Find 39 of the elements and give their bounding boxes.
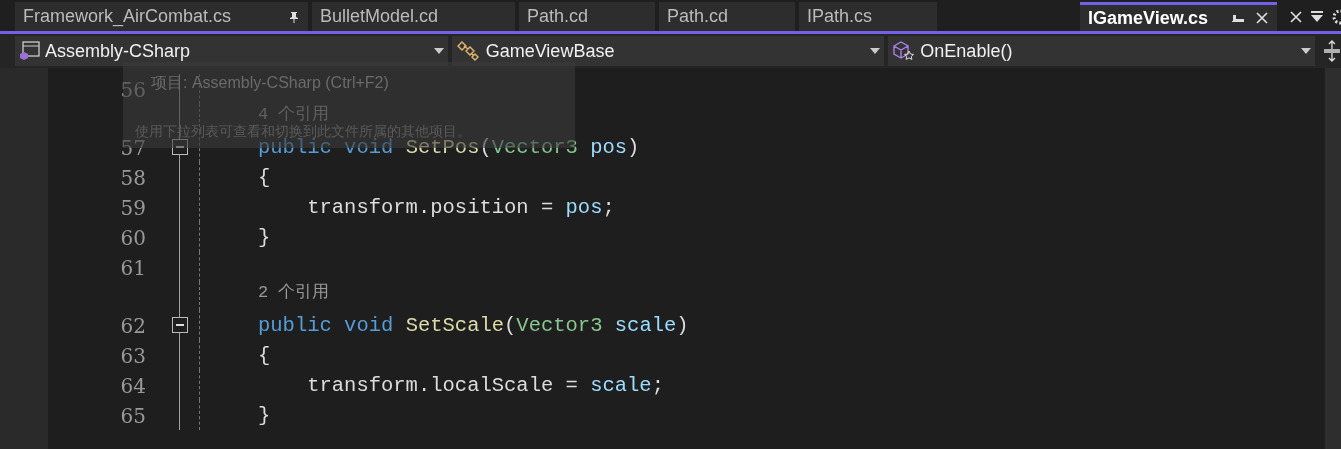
close-icon[interactable]: [1289, 9, 1303, 24]
close-icon[interactable]: [1255, 11, 1269, 25]
line-number: 65: [120, 406, 146, 426]
code-line: public void SetPos(Vector3 pos): [258, 137, 640, 158]
navigation-dropdown[interactable]: GameViewBase: [451, 36, 885, 66]
code-line: transform.position = pos;: [306, 197, 615, 218]
dropdown-icon[interactable]: [1311, 10, 1323, 23]
line-number: 57: [120, 138, 146, 158]
line-number: 63: [120, 346, 146, 366]
reference-count[interactable]: 2 个引用: [258, 284, 330, 301]
code-line: {: [258, 167, 271, 188]
method-icon: [892, 40, 917, 62]
collapse-icon[interactable]: [172, 317, 188, 333]
split-icon[interactable]: [1323, 40, 1341, 62]
line-number: 61: [120, 258, 146, 278]
code-line: }: [258, 227, 271, 248]
line-number: 59: [120, 198, 146, 218]
navigation-dropdown[interactable]: Assembly-CSharp: [15, 36, 448, 66]
line-number: 62: [120, 316, 146, 336]
caret-icon: [870, 48, 881, 54]
line-number: 58: [120, 168, 146, 188]
collapse-icon[interactable]: [172, 139, 188, 155]
line-number: 60: [120, 228, 146, 248]
document-tab[interactable]: Path.cd: [519, 2, 655, 31]
code-line: transform.localScale = scale;: [306, 375, 664, 396]
code-line: }: [258, 405, 271, 426]
line-number: 64: [120, 376, 146, 396]
document-tab[interactable]: IGameView.cs: [1080, 2, 1277, 31]
navigation-dropdown[interactable]: OnEnable(): [888, 36, 1316, 66]
code-line: public void SetScale(Vector3 scale): [258, 315, 689, 336]
code-line: {: [258, 345, 271, 366]
caret-icon: [1301, 48, 1312, 54]
project-icon: [19, 41, 41, 61]
document-tab[interactable]: Framework_AirCombat.cs: [15, 2, 308, 31]
document-tab[interactable]: Path.cd: [659, 2, 795, 31]
line-number: 56: [120, 80, 146, 100]
document-tab[interactable]: IPath.cs: [799, 2, 937, 31]
document-tab[interactable]: BulletModel.cd: [312, 2, 515, 31]
caret-icon: [433, 48, 444, 54]
